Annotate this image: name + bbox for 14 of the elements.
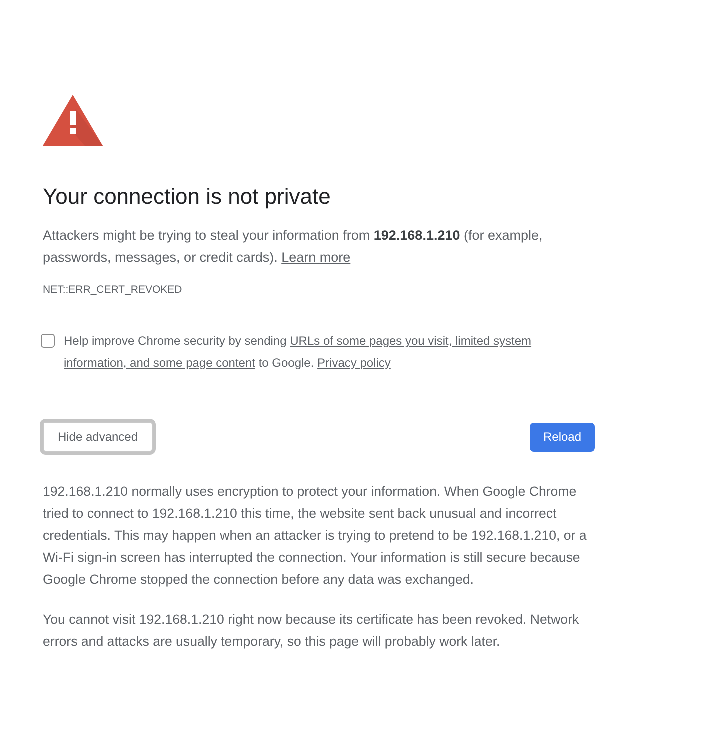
- opt-in-link[interactable]: information, and some page content: [64, 356, 256, 370]
- hide-advanced-button[interactable]: Hide advanced: [43, 422, 153, 452]
- error-code: NET::ERR_CERT_REVOKED: [43, 283, 184, 298]
- page-heading: Your connection is not private: [43, 183, 332, 211]
- checkbox[interactable]: [41, 334, 55, 348]
- reload-button[interactable]: Reload: [530, 422, 595, 452]
- opt-in-link[interactable]: URLs of some pages you visit, limited system: [290, 334, 532, 348]
- opt-in-link[interactable]: Privacy policy: [318, 356, 391, 370]
- details-paragraph: 192.168.1.210 normally uses encryption to protect your information. When Google Chrome tried to connect to 192.168.1.210 this time, the website sent back unusual and incorrect credentials. This may happen when an attacker is trying to pretend to be 192.168.1.210, or a Wi-Fi sign-in screen has interrupted the connection. Your information is still secure because Google Chrome stopped the connection before any data was exchanged.: [43, 483, 588, 589]
- learn-more-link[interactable]: Learn more: [282, 250, 351, 265]
- details-paragraph: You cannot visit 192.168.1.210 right now because its certificate has been revoked. Network errors and attacks are usually temporary, so this page will probably work later.: [43, 611, 580, 651]
- warning-paragraph: Attackers might be trying to steal your information from 192.168.1.210 (for example, passwords, messages, or credit cards). Learn more: [43, 227, 544, 267]
- warning-triangle-icon: [43, 95, 103, 146]
- opt-in-text: Help improve Chrome security by sending URLs of some pages you visit, limited system information, and some page content to Google. Privacy policy: [64, 333, 533, 372]
